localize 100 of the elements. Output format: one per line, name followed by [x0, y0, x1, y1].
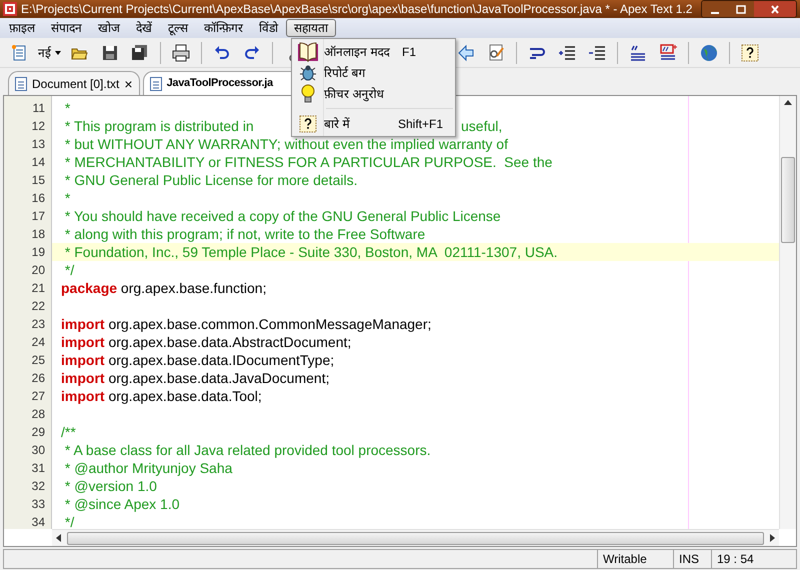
- code-keyword: import: [61, 351, 105, 369]
- menu-item[interactable]: संपादन: [43, 19, 90, 37]
- menu-item[interactable]: कॉन्फ़िगर: [196, 19, 251, 37]
- code-comment: * @since Apex 1.0: [64, 495, 180, 513]
- line-number: 34: [30, 514, 46, 529]
- code-text: org.apex.base.data.JavaDocument;: [107, 369, 330, 387]
- line-number: 31: [30, 460, 46, 477]
- minimize-button[interactable]: [702, 1, 728, 17]
- code-comment: */: [64, 513, 74, 529]
- scroll-right-icon[interactable]: [770, 534, 775, 542]
- vertical-scrollbar[interactable]: [779, 96, 796, 529]
- globe-icon: [700, 44, 718, 62]
- shortcut-label: F1: [402, 44, 416, 60]
- line-number: 33: [30, 496, 46, 513]
- code-comment: *: [64, 99, 70, 117]
- help-icon: [299, 114, 317, 132]
- code-text: org.apex.base.data.Tool;: [107, 387, 262, 405]
- code-comment: * GNU General Public License for more details.: [64, 171, 358, 189]
- code-text: org.apex.base.function;: [120, 279, 266, 297]
- code-comment: *: [64, 189, 70, 207]
- maximize-button[interactable]: [728, 1, 754, 17]
- indent-icon: [558, 44, 576, 62]
- menu-item[interactable]: बारे में Shift+F1: [292, 113, 455, 134]
- line-number: 21: [30, 280, 46, 297]
- shortcut-label: Shift+F1: [398, 116, 443, 132]
- code-comment: * but WITHOUT ANY WARRANTY; without even the implied warranty of: [64, 135, 508, 153]
- code-comment: /**: [61, 423, 76, 441]
- line-number: 13: [30, 136, 46, 153]
- menu-item[interactable]: फ़ाइल: [1, 19, 43, 37]
- scrollbar-thumb[interactable]: [67, 532, 764, 544]
- scroll-left-icon[interactable]: [56, 534, 61, 542]
- code-text: org.apex.base.data.IDocumentType;: [107, 351, 334, 369]
- help-icon: [741, 44, 759, 62]
- book-icon: [297, 42, 319, 62]
- line-number: 19: [30, 244, 46, 261]
- code-keyword: import: [61, 333, 105, 351]
- menu-item[interactable]: सहायता: [286, 19, 336, 37]
- line-number: 12: [30, 118, 46, 135]
- menu-item[interactable]: खोज: [90, 19, 128, 37]
- code-comment: * You should have received a copy of the GNU General Public License: [64, 207, 501, 225]
- line-number: 11: [32, 100, 46, 117]
- cursor-position: 19 : 54: [711, 550, 796, 568]
- menu-item[interactable]: देखें: [128, 19, 160, 37]
- new-document-icon: [10, 44, 28, 62]
- outdent-icon: [588, 44, 606, 62]
- code-text: org.apex.base.common.CommonMessageManager;: [107, 315, 432, 333]
- floppy-disks-icon: [131, 44, 149, 62]
- editable-status: Writable: [597, 550, 673, 568]
- caret-icon: [55, 50, 61, 54]
- line-number: 27: [30, 388, 46, 405]
- line-number: 25: [30, 352, 46, 369]
- back-arrow-icon: [457, 44, 475, 62]
- line-number: 29: [30, 424, 46, 441]
- code-keyword: import: [61, 315, 105, 333]
- code-comment: * along with this program; if not, write to the Free Software: [64, 225, 426, 243]
- line-number: 23: [30, 316, 46, 333]
- tab-label: JavaToolProcessor.ja: [166, 76, 273, 92]
- line-number: 14: [30, 154, 46, 171]
- uncomment-lines-icon: [659, 44, 677, 62]
- code-comment: * MERCHANTABILITY or FITNESS FOR A PARTICULAR PURPOSE. See the: [64, 153, 552, 171]
- line-number: 20: [30, 262, 46, 279]
- magnifier-pencil-icon: [487, 44, 505, 62]
- line-number: 32: [30, 478, 46, 495]
- horizontal-scrollbar[interactable]: [52, 529, 779, 546]
- code-keyword: package: [61, 279, 118, 297]
- window-title: E:\Projects\Current Projects\Current\ApexBase\ApexBase\src\org\apex\base\function\JavaToolProcessor.java * - Apex Text 1.2: [21, 1, 694, 18]
- menu-item[interactable]: ऑनलाइन मदद F1: [292, 41, 455, 62]
- minimize-icon: [711, 12, 719, 14]
- close-tab-button[interactable]: ×: [124, 76, 133, 90]
- text-file-icon: [150, 76, 162, 90]
- scrollbar-thumb[interactable]: [781, 157, 795, 243]
- code-comment: * This program is distributed in: [64, 117, 254, 135]
- app-icon: [3, 2, 17, 16]
- light-bulb-icon: [300, 84, 316, 104]
- code-keyword: import: [61, 387, 105, 405]
- document-tab[interactable]: Document [0].txt ×: [8, 71, 140, 95]
- line-number: 15: [30, 172, 46, 189]
- insert-mode-status: INS: [673, 550, 711, 568]
- menu-item[interactable]: विंडो: [251, 19, 286, 37]
- code-comment: */: [64, 261, 74, 279]
- close-button[interactable]: [754, 1, 796, 17]
- code-comment: useful,: [461, 117, 502, 135]
- code-comment: * A base class for all Java related provided tool processors.: [64, 441, 431, 459]
- undo-icon: [213, 44, 231, 62]
- code-comment: * Foundation, Inc., 59 Temple Place - Suite 330, Boston, MA 02111-1307, USA.: [64, 243, 558, 261]
- line-number: 28: [30, 406, 46, 423]
- line-number: 30: [30, 442, 46, 459]
- new-dropdown-button[interactable]: नई: [34, 40, 65, 64]
- line-number: 18: [30, 226, 46, 243]
- text-file-icon: [15, 76, 27, 90]
- line-number: 22: [30, 298, 46, 315]
- comment-lines-icon: [629, 44, 647, 62]
- redo-icon: [243, 44, 261, 62]
- menu-item[interactable]: टूल्स: [160, 19, 196, 37]
- line-number: 17: [30, 208, 46, 225]
- code-comment: * @version 1.0: [64, 477, 157, 495]
- bug-icon: [299, 64, 317, 82]
- tab-label: Document [0].txt: [32, 76, 120, 92]
- line-number: 24: [30, 334, 46, 351]
- scroll-up-icon[interactable]: [784, 100, 792, 105]
